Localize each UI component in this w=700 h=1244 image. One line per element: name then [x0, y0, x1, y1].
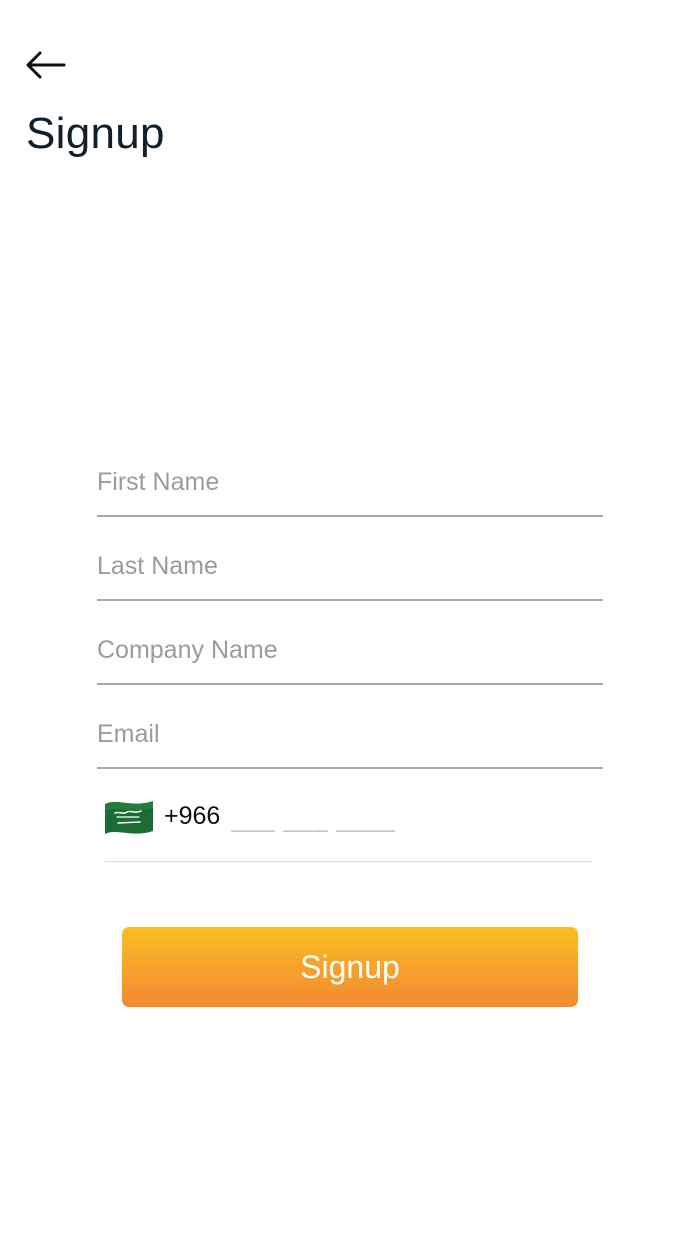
last-name-field-wrapper [97, 517, 603, 601]
company-name-input[interactable] [97, 636, 603, 665]
signup-button[interactable]: Signup [122, 927, 578, 1007]
email-field-wrapper [97, 685, 603, 769]
back-button[interactable] [20, 44, 70, 86]
first-name-field-wrapper [97, 442, 603, 517]
back-arrow-icon [26, 51, 66, 79]
signup-form [97, 442, 603, 769]
page-title: Signup [26, 109, 165, 158]
email-input[interactable] [97, 720, 603, 749]
company-name-field-wrapper [97, 601, 603, 685]
saudi-arabia-flag-icon[interactable] [103, 798, 155, 836]
first-name-input[interactable] [97, 468, 603, 497]
phone-number-input[interactable] [231, 804, 531, 834]
country-dial-code[interactable]: +966 [164, 802, 220, 831]
phone-field: +966 [105, 790, 593, 862]
last-name-input[interactable] [97, 552, 603, 581]
